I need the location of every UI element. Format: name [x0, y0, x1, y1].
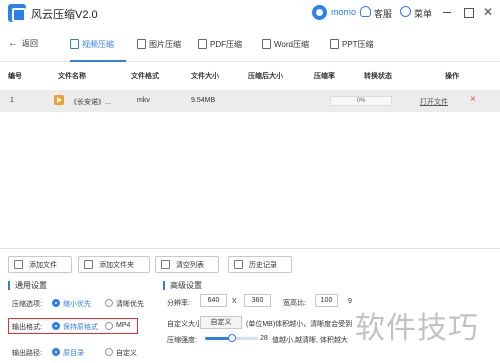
column-header: 转换状态	[364, 73, 392, 80]
advanced-settings-title: 高级设置	[163, 281, 202, 290]
video-icon	[70, 39, 79, 49]
menu-icon[interactable]	[400, 6, 411, 17]
aspect-input[interactable]: 100	[315, 294, 338, 307]
general-settings-title: 通用设置	[8, 281, 47, 290]
headset-icon[interactable]	[360, 6, 371, 17]
tab-label: PPT压缩	[342, 40, 374, 49]
mp4-radio[interactable]	[105, 322, 113, 330]
clear-list-icon	[161, 260, 170, 269]
table-header: 编号 文件名称 文件格式 文件大小 压缩后大小 压缩率 转换状态 操作	[0, 62, 500, 88]
open-file-link[interactable]: 打开文件	[420, 97, 448, 107]
clear-list-button[interactable]: 清空列表	[155, 256, 219, 273]
custom-size-hint: (单位MB)体积越小，清晰度会受到	[246, 321, 353, 328]
history-button[interactable]: 历史记录	[228, 256, 292, 273]
tab-ppt[interactable]: PPT压缩	[330, 39, 374, 50]
title-bar: 风云压缩V2.0 momo 客服 菜单 ✕	[0, 0, 500, 26]
strength-value: 28	[260, 335, 268, 342]
clarity-priority-option[interactable]: 清晰优先	[116, 299, 144, 309]
resolution-label: 分辨率:	[167, 300, 190, 307]
compress-mode-label: 压缩选项:	[12, 301, 42, 308]
pdf-icon	[198, 39, 207, 49]
custom-size-label: 自定义大小:	[167, 321, 204, 328]
add-file-icon	[14, 260, 23, 269]
size-priority-option[interactable]: 缩小优先	[63, 299, 91, 309]
close-icon[interactable]: ✕	[481, 5, 495, 19]
history-icon	[234, 260, 243, 269]
output-path-label: 输出路径:	[12, 350, 42, 357]
custom-size-button[interactable]: 自定义	[200, 316, 242, 329]
row-index: 1	[10, 97, 14, 104]
delete-icon[interactable]: ×	[470, 94, 476, 105]
strength-hint: 值越小,越清晰, 体积越大	[272, 337, 348, 344]
app-title: 风云压缩V2.0	[31, 9, 98, 21]
back-arrow-icon: ←	[8, 38, 18, 49]
tab-video[interactable]: 视频压缩	[70, 39, 114, 50]
table-row[interactable]: 1 《长安诺》... mkv 9.54MB 0% 打开文件 ×	[0, 90, 500, 112]
times-sign: X	[232, 298, 237, 305]
back-button[interactable]: ← 返回	[8, 38, 38, 49]
tab-label: Word压缩	[274, 40, 309, 49]
aspect-label: 宽高比:	[283, 300, 306, 307]
menu-button[interactable]: 菜单	[414, 7, 432, 20]
tab-label: 视频压缩	[82, 40, 114, 49]
width-input[interactable]: 640	[200, 294, 227, 307]
strength-label: 压缩强度:	[167, 337, 197, 344]
user-name[interactable]: momo	[331, 7, 356, 17]
custom-path-option[interactable]: 自定义	[116, 348, 137, 358]
custom-path-radio[interactable]	[105, 348, 113, 356]
column-header: 操作	[445, 73, 459, 80]
ppt-icon	[330, 39, 339, 49]
tab-label: PDF压缩	[210, 40, 242, 49]
column-header: 文件名称	[58, 73, 86, 80]
tab-image[interactable]: 图片压缩	[137, 39, 181, 50]
progress-text: 0%	[356, 98, 366, 104]
source-dir-option[interactable]: 原目录	[63, 348, 84, 358]
app-logo-icon	[8, 4, 26, 22]
clarity-priority-radio[interactable]	[105, 299, 113, 307]
minimize-icon[interactable]	[440, 5, 454, 19]
divider	[0, 248, 500, 249]
keep-format-option[interactable]: 保持原格式	[63, 322, 98, 332]
keep-format-radio[interactable]	[52, 322, 60, 330]
mp4-option[interactable]: MP4	[116, 322, 130, 329]
column-header: 文件大小	[191, 73, 219, 80]
column-header: 压缩率	[314, 73, 335, 80]
source-dir-radio[interactable]	[52, 348, 60, 356]
word-icon	[262, 39, 271, 49]
service-button[interactable]: 客服	[374, 7, 392, 20]
watermark: 软件技巧	[355, 311, 479, 346]
image-icon	[137, 39, 146, 49]
output-format-label: 输出格式:	[12, 324, 42, 331]
tab-label: 图片压缩	[149, 40, 181, 49]
conversion-progress-bar: 0%	[330, 96, 392, 106]
size-priority-radio[interactable]	[52, 299, 60, 307]
column-header: 编号	[8, 73, 22, 80]
column-header: 文件格式	[131, 73, 159, 80]
button-label: 添加文件夹	[99, 261, 134, 269]
tab-word[interactable]: Word压缩	[262, 39, 309, 50]
button-label: 添加文件	[29, 261, 57, 269]
video-file-icon	[54, 95, 64, 105]
slider-handle[interactable]	[227, 334, 236, 342]
height-input[interactable]: 360	[244, 294, 271, 307]
column-header: 压缩后大小	[248, 73, 283, 80]
file-size: 9.54MB	[191, 97, 216, 104]
add-file-button[interactable]: 添加文件	[8, 256, 72, 273]
add-folder-icon	[84, 260, 93, 269]
file-format: mkv	[137, 97, 150, 104]
back-label: 返回	[22, 39, 38, 48]
tab-bar: ← 返回 视频压缩 图片压缩 PDF压缩 Word压缩 PPT压缩	[0, 26, 500, 62]
button-label: 清空列表	[176, 261, 204, 269]
user-avatar-icon[interactable]	[312, 5, 327, 20]
add-folder-button[interactable]: 添加文件夹	[78, 256, 150, 273]
maximize-icon[interactable]	[461, 5, 475, 19]
file-name: 《长安诺》...	[70, 99, 111, 106]
aspect-cutoff: 9	[348, 298, 352, 305]
tab-pdf[interactable]: PDF压缩	[198, 39, 242, 50]
button-label: 历史记录	[249, 261, 277, 269]
